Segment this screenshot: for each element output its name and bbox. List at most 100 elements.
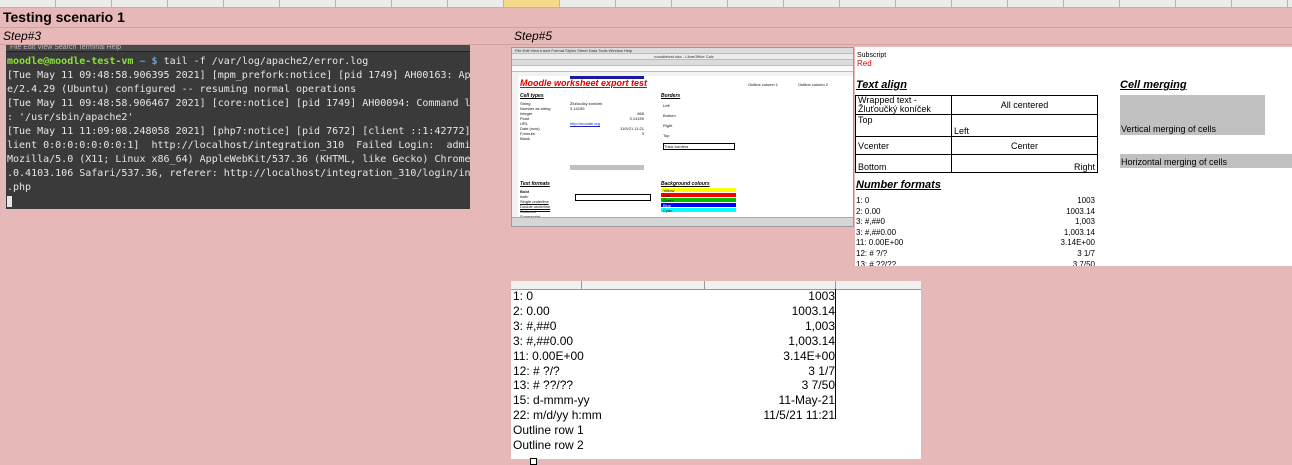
- red-text: Red: [857, 59, 872, 68]
- column-header-cell[interactable]: [952, 0, 1008, 7]
- terminal-log-line: [Tue May 11 09:48:58.906395 2021] [mpm_p…: [7, 70, 470, 81]
- column-header-cell[interactable]: [280, 0, 336, 7]
- column-header-cell[interactable]: [112, 0, 168, 7]
- number-format-value: 1003.14: [1066, 206, 1095, 216]
- lo-bg-label: Cyan: [663, 208, 673, 213]
- lo-cell-types: Cell types: [520, 93, 544, 99]
- vcenter-cell: Vcenter: [855, 136, 952, 155]
- number-format-value: 3.14E+00: [1060, 238, 1095, 248]
- column-header-cell[interactable]: [168, 0, 224, 7]
- lo-formula-bar: [512, 66, 853, 72]
- subscript-text: Subscript: [857, 52, 887, 59]
- column-header-cell[interactable]: [1008, 0, 1064, 7]
- lo-border-label: Bottom: [663, 113, 676, 118]
- bottom-cell: Bottom: [855, 154, 952, 173]
- column-header-cell[interactable]: [1176, 0, 1232, 7]
- left-cell: Left: [951, 114, 1098, 137]
- terminal-log-line: [Tue May 11 11:09:08.248058 2021] [php7:…: [7, 126, 470, 137]
- number-format-row-value: 11/5/21 11:21: [763, 408, 835, 423]
- fill-handle[interactable]: [530, 458, 537, 465]
- number-format-row-value: 1,003.14: [788, 333, 835, 348]
- column-header-cell[interactable]: [616, 0, 672, 7]
- number-format-value: 3 1/7: [1077, 249, 1095, 258]
- column-header-cell[interactable]: [784, 0, 840, 7]
- column-header-cell[interactable]: [392, 0, 448, 7]
- number-format-row-value: 3 1/7: [808, 363, 835, 378]
- terminal-cursor: [7, 195, 12, 207]
- number-format-row-label: 2: 0.00: [513, 303, 550, 318]
- number-format-row-value: 3 7/50: [801, 378, 835, 393]
- step5-label: Step#5: [514, 29, 553, 43]
- column-header-cell[interactable]: [0, 0, 56, 7]
- column-divider: [835, 289, 836, 419]
- lo-border-label: Left: [663, 103, 670, 108]
- lo-text-formats: Text formats: [520, 181, 550, 187]
- column-header-cell[interactable]: [1232, 0, 1288, 7]
- prompt-path: ~ $: [139, 56, 158, 67]
- number-format-label: 3: #,##0.00: [856, 227, 897, 237]
- column-header-cell[interactable]: [336, 0, 392, 7]
- terminal-screenshot[interactable]: File Edit View Search Terminal Help mood…: [6, 45, 470, 209]
- number-format-row-value: 11-May-21: [778, 393, 835, 408]
- number-format-row-value: 1003: [808, 289, 835, 303]
- number-format-row-label: 12: # ?/?: [513, 363, 560, 378]
- terminal-command: tail -f /var/log/apache2/error.log: [163, 56, 369, 67]
- number-format-sheet: 1: 0 1003 2: 0.00 1003.14 3: #,##0 1,003 3: #,…: [511, 281, 921, 459]
- number-format-value: 1,003: [1074, 217, 1095, 227]
- number-format-row-label: 3: #,##0: [513, 318, 557, 333]
- column-header-cell[interactable]: [840, 0, 896, 7]
- column-header-cell[interactable]: [560, 0, 616, 7]
- lo-formula-cell: [570, 165, 644, 170]
- lo-bg-swatch: [661, 193, 736, 197]
- column-header-cell[interactable]: [1120, 0, 1176, 7]
- number-format-label: 2: 0.00: [856, 206, 881, 216]
- number-format-value: 1,003.14: [1063, 227, 1095, 237]
- center-cell: Center: [951, 136, 1098, 155]
- number-format-row-label: 1: 0: [513, 289, 534, 303]
- text-align-heading: Text align: [856, 79, 907, 91]
- number-format-label: 13: # ??/??: [856, 259, 897, 266]
- column-header-cell[interactable]: [672, 0, 728, 7]
- lo-bg-swatch: [661, 203, 736, 207]
- lo-border-label: Top: [663, 133, 670, 138]
- number-format-row-value: 1003.14: [791, 303, 835, 318]
- sheet-title: Testing scenario 1: [3, 9, 125, 25]
- column-header-cell[interactable]: [896, 0, 952, 7]
- wrapped-cell: Wrapped text - Žluťoučký koníček: [855, 95, 952, 115]
- lo-borders: Borders: [661, 93, 681, 99]
- lo-cell-type-label: Blank: [520, 136, 531, 141]
- column-header-cell[interactable]: [728, 0, 784, 7]
- number-format-row-label: 22: m/d/yy h:mm: [513, 408, 602, 423]
- number-format-label: 11: 0.00E+00: [856, 238, 904, 248]
- column-header-cell[interactable]: [56, 0, 112, 7]
- lo-boxed-cell: [575, 194, 651, 201]
- lo-border-label: Right: [663, 123, 673, 128]
- terminal-log-line: Mozilla/5.0 (X11; Linux x86_64) AppleWeb…: [7, 154, 470, 165]
- lo-bg-colours: Background colours: [661, 181, 710, 187]
- column-header-cell[interactable]: [1064, 0, 1120, 7]
- number-format-row-value: 1,003: [804, 318, 835, 333]
- column-header-cell[interactable]: [1288, 0, 1292, 7]
- column-header-cell[interactable]: [448, 0, 504, 7]
- column-header-cell[interactable]: [504, 0, 560, 7]
- vertical-merge-label: Vertical merging of cells: [1121, 124, 1217, 134]
- formatting-sheet: Subscript Red Text align Cell merging Wr…: [855, 47, 1292, 266]
- column-header-cell[interactable]: [224, 0, 280, 7]
- terminal-log-line: : '/usr/sbin/apache2': [7, 112, 134, 123]
- terminal-log-line: .php: [7, 182, 32, 193]
- lo-outline-col1: Outline column 1: [748, 82, 779, 87]
- terminal-log-lines: [Tue May 11 09:48:58.906395 2021] [mpm_p…: [7, 70, 470, 193]
- number-format-label: 3: #,##0: [856, 217, 885, 227]
- number-format-row-value: 3.14E+00: [783, 348, 835, 363]
- lo-sheet: Moodle worksheet export test Outline col…: [518, 76, 853, 219]
- terminal-menubar: File Edit View Search Terminal Help: [6, 45, 470, 52]
- number-format-value: 1003: [1077, 196, 1095, 205]
- lo-sheet-tabs[interactable]: [512, 217, 853, 226]
- libreoffice-screenshot[interactable]: File Edit View Insert Format Styles Shee…: [511, 47, 854, 227]
- number-format-row-label: 3: #,##0.00: [513, 333, 574, 348]
- column-header-strip: [0, 0, 1292, 8]
- top-cell: Top: [855, 114, 952, 137]
- number-format-label: 12: # ?/?: [856, 249, 888, 258]
- number-formats-heading: Number formats: [856, 179, 941, 191]
- row-gridline: [0, 27, 1292, 28]
